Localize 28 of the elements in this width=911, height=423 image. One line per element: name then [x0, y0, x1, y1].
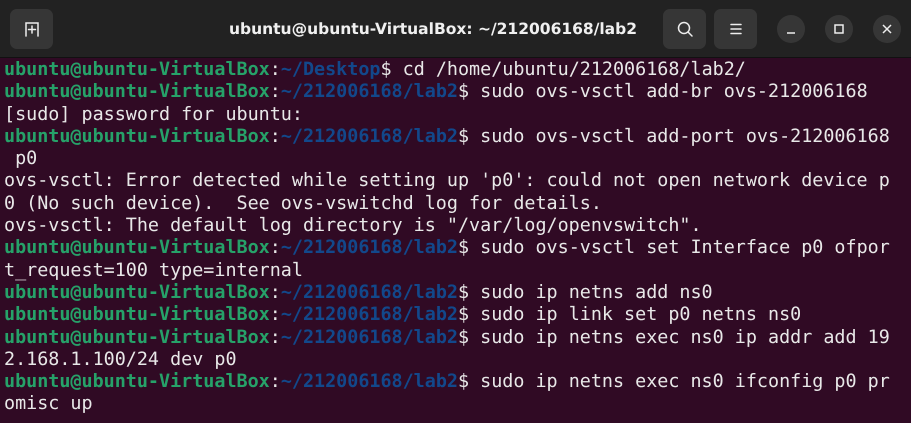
prompt-line: ubuntu@ubuntu-VirtualBox:~/212006168/lab2$ sudo ip netns add ns0 — [4, 282, 713, 304]
minimize-button[interactable] — [777, 14, 805, 42]
output-line: 0 (No such device). See ovs-vswitchd log for details. — [4, 192, 602, 216]
output-line: p0 — [14, 148, 38, 170]
prompt-line: ubuntu@ubuntu-VirtualBox:~/212006168/lab2$ sudo ip netns exec ns0 ifconfig p0 pr — [4, 371, 890, 394]
maximize-button[interactable] — [825, 14, 853, 42]
window-title: ubuntu@ubuntu-VirtualBox: ~/212006168/lab2 — [228, 20, 638, 38]
minimize-icon — [786, 32, 796, 34]
prompt-line: ubuntu@ubuntu-VirtualBox:~/212006168/lab2$ sudo ip netns exec ns0 ip addr add 19 — [4, 326, 890, 349]
prompt-line: ubuntu@ubuntu-VirtualBox:~/212006168/lab2$ sudo ovs-vsctl add-br ovs-212006168 — [4, 81, 868, 104]
search-button[interactable] — [663, 8, 706, 48]
output-line: 2.168.1.100/24 dev p0 — [4, 348, 237, 372]
close-icon — [882, 24, 892, 34]
prompt-line: ubuntu@ubuntu-VirtualBox:~/212006168/lab2$ sudo ovs-vsctl add-port ovs-212006168 — [4, 126, 890, 148]
prompt-line: ubuntu@ubuntu-VirtualBox:~/Desktop$ cd /home/ubuntu/212006168/lab2/ — [4, 59, 746, 82]
menu-button[interactable] — [714, 8, 757, 48]
prompt-line: ubuntu@ubuntu-VirtualBox:~/212006168/lab2$ sudo ip link set p0 netns ns0 — [4, 304, 802, 327]
output-line: [sudo] password for ubuntu: — [4, 104, 303, 126]
new-tab-button[interactable] — [10, 8, 53, 48]
prompt-line: ubuntu@ubuntu-VirtualBox:~/212006168/lab2$ sudo ovs-vsctl set Interface p0 ofpor — [4, 237, 890, 260]
output-line: omisc up — [4, 393, 93, 416]
output-line: ovs-vsctl: Error detected while setting up 'p0': could not open network device p — [4, 170, 890, 193]
output-line: t_request=100 type=internal — [4, 260, 303, 282]
new-tab-icon — [22, 20, 40, 38]
output-line: ovs-vsctl: The default log directory is "/var/log/openvswitch". — [4, 215, 702, 238]
maximize-icon — [834, 24, 844, 34]
close-button[interactable] — [873, 14, 901, 42]
search-icon — [676, 20, 694, 38]
